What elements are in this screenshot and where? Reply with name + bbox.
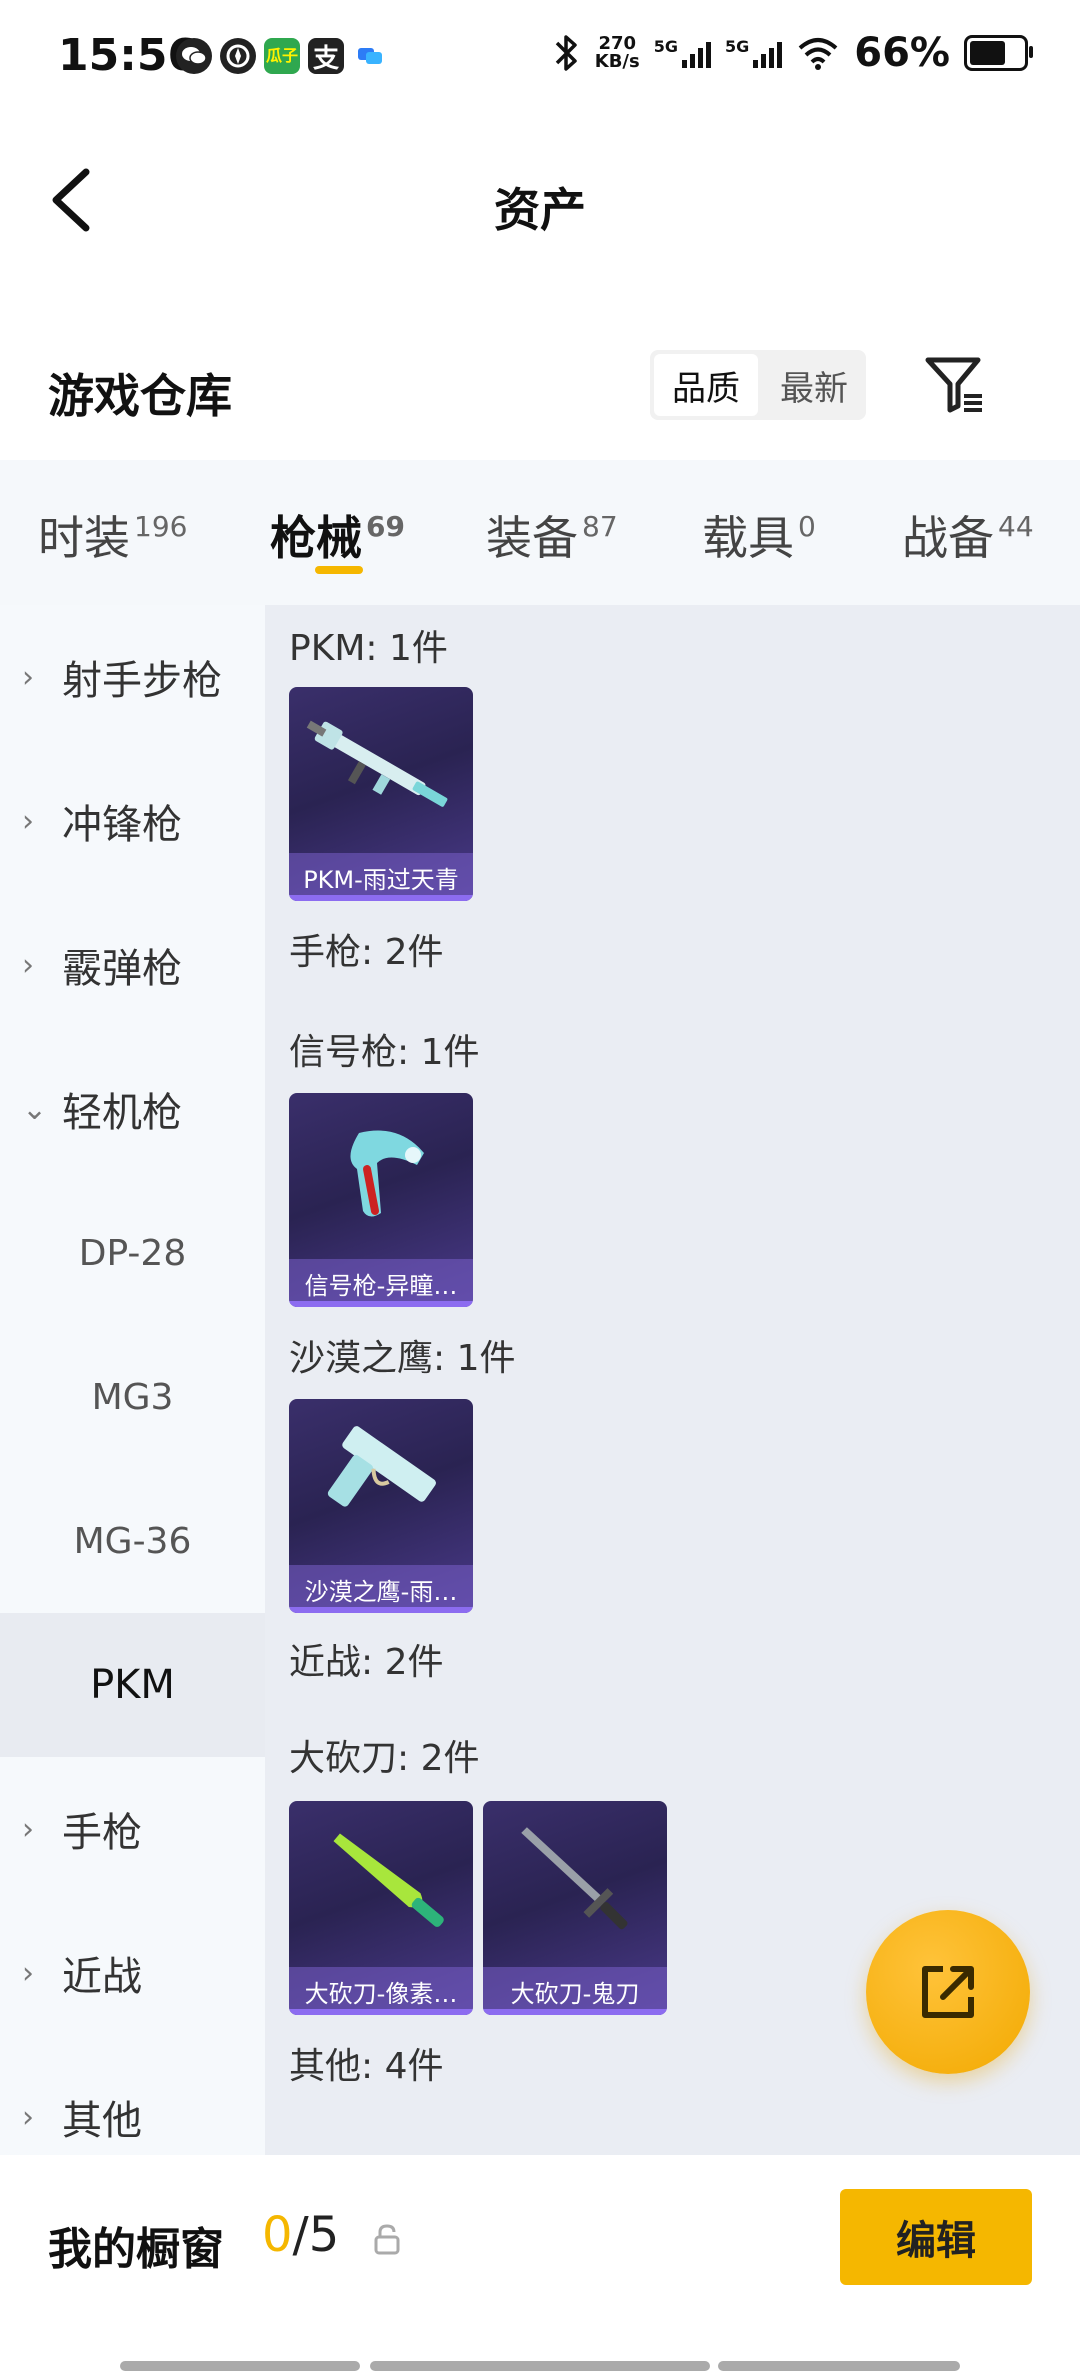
item-card[interactable]: 大砍刀-像素… [289,1801,473,2015]
chevron-right-icon: › [22,803,34,839]
net-speed: 270 KB/s [594,33,640,72]
section-label: PKM: 1件 [289,628,448,669]
tab-equipment[interactable]: 装备 87 [486,502,618,568]
section-label: 手枪: 2件 [289,932,444,973]
melon-app-icon: 瓜子 [264,38,300,74]
subsection-label: 信号枪: 1件 [289,1032,480,1073]
sidebar-item-marksman-rifle[interactable]: › 射手步枪 [0,605,265,749]
sort-quality-button[interactable]: 品质 [654,354,758,416]
sidebar-item-dp28[interactable]: DP-28 [0,1181,265,1325]
chevron-right-icon: › [22,1955,34,1991]
filter-icon [925,357,982,413]
battery-percent: 66% [854,30,950,76]
wechat-icon [176,38,212,74]
item-name: 信号枪-异瞳… [289,1259,473,1307]
item-name: PKM-雨过天青 [289,853,473,901]
battery-icon [964,35,1033,71]
rarity-bar [289,2009,473,2015]
active-tab-indicator [315,566,363,574]
machine-gun-image [306,720,448,807]
page-header: 资产 [0,120,1080,270]
status-bar: 15:56 瓜子 支 270 KB/s 5G 5G 66% [0,0,1080,120]
weapon-category-sidebar: › 射手步枪 › 冲锋枪 › 霰弹枪 ⌄ 轻机枪 DP-28 MG3 MG-36 PKM… [0,605,265,2155]
signal-1-icon: 5G [654,38,711,68]
page-title: 资产 [494,183,586,237]
showcase-count: 0/5 [262,2207,340,2263]
sort-toggle: 品质 最新 [650,350,866,420]
tab-firearms[interactable]: 枪械 69 [270,502,405,568]
notification-icons: 瓜子 支 [176,38,388,74]
signal-2-icon: 5G [725,38,783,68]
flare-gun-image [350,1130,424,1217]
rarity-bar [289,1301,473,1307]
edit-button[interactable]: 编辑 [840,2189,1032,2285]
ghost-blade-image [521,1827,628,1930]
section-label: 其他: 4件 [289,2046,444,2087]
sidebar-item-lmg[interactable]: ⌄ 轻机枪 [0,1037,265,1181]
item-name: 大砍刀-鬼刀 [483,1967,667,2015]
sidebar-item-mg3[interactable]: MG3 [0,1325,265,1469]
filter-button[interactable] [920,350,990,420]
subsection-label: 沙漠之鹰: 1件 [289,1338,516,1379]
desert-eagle-image [327,1426,436,1507]
sidebar-item-shotgun[interactable]: › 霰弹枪 [0,893,265,1037]
sidebar-item-smg[interactable]: › 冲锋枪 [0,749,265,893]
rarity-bar [289,895,473,901]
showcase-bar: 我的橱窗 0/5 编辑 [0,2155,1080,2325]
chevron-right-icon: › [22,659,34,695]
tab-fashion[interactable]: 时装 196 [38,502,187,568]
gesture-bar [0,2345,1080,2376]
sidebar-item-pistol[interactable]: › 手枪 [0,1757,265,1901]
compass-icon [220,38,256,74]
item-card[interactable]: PKM-雨过天青 [289,687,473,901]
tab-vehicles[interactable]: 载具 0 [702,502,816,568]
showcase-title: 我的橱窗 [48,2224,224,2275]
lock-icon [374,2224,400,2255]
chat-app-icon [352,38,388,74]
rarity-bar [289,1607,473,1613]
chevron-down-icon: ⌄ [22,1091,48,1127]
item-card[interactable]: 大砍刀-鬼刀 [483,1801,667,2015]
category-tabs: 时装 196 枪械 69 装备 87 载具 0 战备 44 [0,460,1080,605]
wifi-icon [798,38,838,70]
status-right: 270 KB/s 5G 5G 66% [553,30,1033,76]
item-card[interactable]: 信号枪-异瞳… [289,1093,473,1307]
tab-supplies[interactable]: 战备 44 [902,502,1034,568]
warehouse-header: 游戏仓库 品质 最新 [0,340,1080,460]
chevron-right-icon: › [22,947,34,983]
item-name: 大砍刀-像素… [289,1967,473,2015]
item-card[interactable]: 沙漠之鹰-雨… [289,1399,473,1613]
machete-image [333,1833,444,1927]
sidebar-item-melee[interactable]: › 近战 [0,1901,265,2045]
sidebar-item-mg36[interactable]: MG-36 [0,1469,265,1613]
pay-app-icon: 支 [308,38,344,74]
section-label: 近战: 2件 [289,1642,444,1683]
chevron-right-icon: › [22,1811,34,1847]
rarity-bar [483,2009,667,2015]
share-button[interactable] [866,1910,1030,2074]
share-icon [922,1966,974,2018]
item-name: 沙漠之鹰-雨… [289,1565,473,1613]
chevron-right-icon: › [22,2099,34,2135]
sort-latest-button[interactable]: 最新 [762,350,866,420]
warehouse-title: 游戏仓库 [48,369,232,423]
subsection-label: 大砍刀: 2件 [289,1738,480,1779]
sidebar-item-pkm[interactable]: PKM [0,1613,265,1757]
bluetooth-icon [555,35,577,71]
